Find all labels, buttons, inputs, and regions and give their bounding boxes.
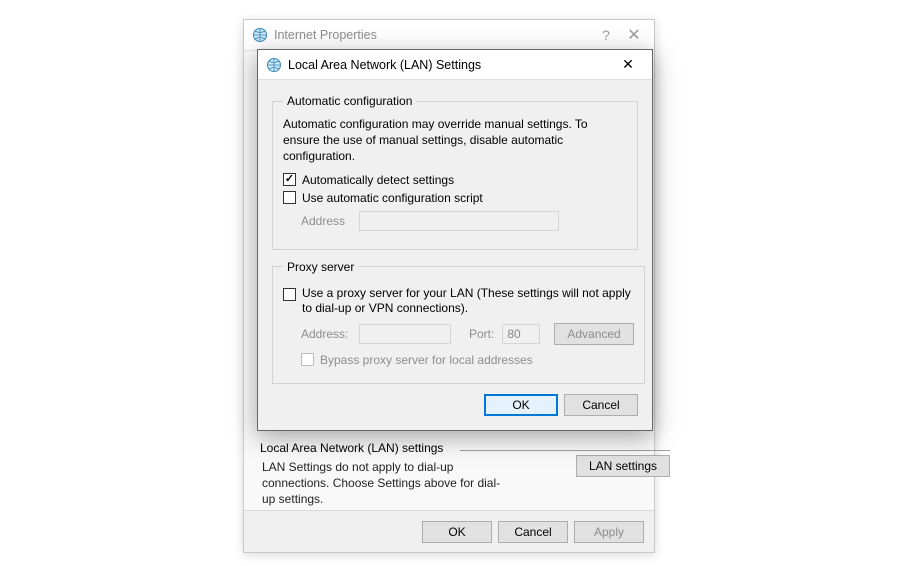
internet-properties-title: Internet Properties — [274, 28, 377, 42]
internet-properties-titlebar: Internet Properties ? ✕ — [244, 20, 654, 50]
internet-properties-footer: OK Cancel Apply — [244, 510, 654, 552]
lan-settings-dialog: Local Area Network (LAN) Settings ✕ Auto… — [257, 49, 653, 431]
parent-close-button[interactable]: ✕ — [620, 25, 648, 45]
group-divider — [460, 450, 670, 451]
proxy-port-label: Port: — [469, 327, 494, 341]
lan-group-legend: Local Area Network (LAN) settings — [260, 441, 449, 455]
lan-group-description: LAN Settings do not apply to dial-up con… — [262, 459, 512, 508]
bypass-proxy-checkbox — [301, 353, 314, 366]
bypass-proxy-row: Bypass proxy server for local addresses — [301, 353, 634, 367]
proxy-advanced-button: Advanced — [554, 323, 633, 345]
auto-address-input — [359, 211, 559, 231]
auto-config-legend: Automatic configuration — [283, 94, 416, 108]
auto-detect-label[interactable]: Automatically detect settings — [302, 173, 454, 187]
proxy-legend: Proxy server — [283, 260, 358, 274]
proxy-address-input — [359, 324, 451, 344]
auto-address-label: Address — [301, 214, 351, 228]
lan-settings-group: Local Area Network (LAN) settings LAN Se… — [260, 443, 670, 516]
auto-detect-checkbox[interactable]: ✓ — [283, 173, 296, 186]
globe-icon — [252, 27, 268, 43]
auto-script-address-row: Address — [301, 211, 627, 231]
bypass-proxy-label: Bypass proxy server for local addresses — [320, 353, 533, 367]
lan-cancel-button[interactable]: Cancel — [564, 394, 638, 416]
globe-icon — [266, 57, 282, 73]
proxy-port-input — [502, 324, 540, 344]
proxy-address-row: Address: Port: Advanced — [301, 323, 634, 345]
parent-ok-button[interactable]: OK — [422, 521, 492, 543]
use-proxy-label[interactable]: Use a proxy server for your LAN (These s… — [302, 286, 634, 317]
lan-dialog-footer: OK Cancel — [272, 394, 638, 416]
proxy-server-group: Proxy server Use a proxy server for your… — [272, 260, 645, 384]
lan-dialog-titlebar: Local Area Network (LAN) Settings ✕ — [258, 50, 652, 80]
proxy-address-label: Address: — [301, 327, 351, 341]
lan-dialog-close-button[interactable]: ✕ — [608, 51, 648, 79]
automatic-configuration-group: Automatic configuration Automatic config… — [272, 94, 638, 250]
auto-script-checkbox[interactable] — [283, 191, 296, 204]
use-proxy-checkbox[interactable] — [283, 288, 296, 301]
auto-detect-row: ✓ Automatically detect settings — [283, 173, 627, 187]
use-proxy-row: Use a proxy server for your LAN (These s… — [283, 286, 634, 317]
parent-cancel-button[interactable]: Cancel — [498, 521, 568, 543]
auto-config-description: Automatic configuration may override man… — [283, 116, 627, 165]
help-button[interactable]: ? — [592, 27, 620, 43]
auto-script-label[interactable]: Use automatic configuration script — [302, 191, 483, 205]
lan-ok-button[interactable]: OK — [484, 394, 558, 416]
auto-script-row: Use automatic configuration script — [283, 191, 627, 205]
lan-dialog-body: Automatic configuration Automatic config… — [258, 80, 652, 430]
parent-apply-button[interactable]: Apply — [574, 521, 644, 543]
lan-dialog-title: Local Area Network (LAN) Settings — [288, 58, 481, 72]
lan-settings-button[interactable]: LAN settings — [576, 455, 670, 477]
